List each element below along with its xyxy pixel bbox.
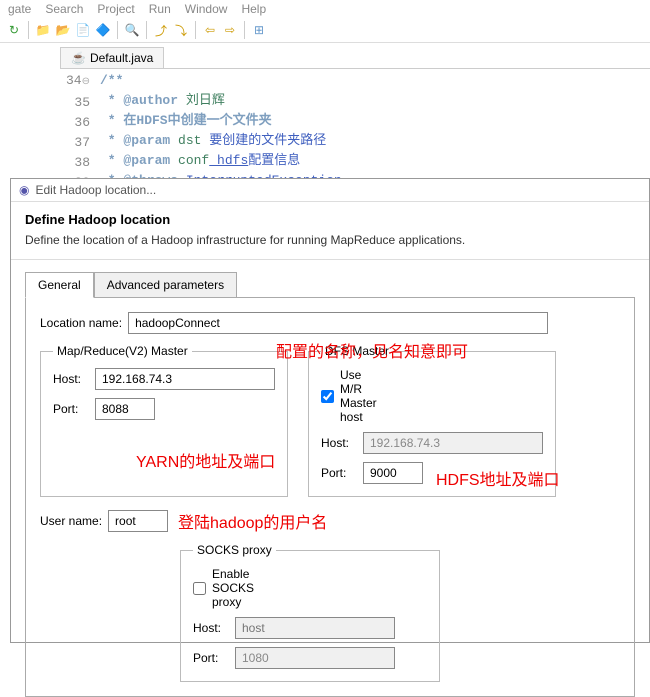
menu-item[interactable]: Window (185, 2, 228, 16)
refresh-icon[interactable]: ↻ (6, 22, 22, 38)
mr-master-legend: Map/Reduce(V2) Master (53, 344, 192, 358)
menu-item[interactable]: Run (149, 2, 171, 16)
eclipse-icon: ◉ (19, 183, 29, 197)
search-icon[interactable]: 🔍 (124, 22, 140, 38)
menu-item[interactable]: Project (97, 2, 134, 16)
socks-legend: SOCKS proxy (193, 543, 276, 557)
dialog-title: Edit Hadoop location... (35, 183, 156, 197)
folder-icon[interactable]: 📁 (35, 22, 51, 38)
socks-host-input (235, 617, 395, 639)
enable-socks-checkbox[interactable] (193, 582, 206, 595)
location-name-input[interactable] (128, 312, 548, 334)
dialog-header: Define Hadoop location Define the locati… (11, 202, 649, 260)
socks-proxy-fieldset: SOCKS proxy Enable SOCKS proxy Host: Por… (180, 543, 440, 682)
type-icon[interactable]: 🔷 (95, 22, 111, 38)
menu-item[interactable]: Search (45, 2, 83, 16)
socks-port-label: Port: (193, 651, 229, 665)
tab-advanced[interactable]: Advanced parameters (94, 272, 237, 298)
dfs-master-fieldset: DFS Master Use M/R Master host Host: Por… (308, 344, 556, 497)
prev-annotation-icon[interactable]: ⤴ (153, 22, 169, 38)
user-name-input[interactable] (108, 510, 168, 532)
toolbar: ↻ 📁 📂 📄 🔷 🔍 ⤴ ⤵ ⇦ ⇨ ⊞ (0, 18, 650, 43)
file-icon[interactable]: 📄 (75, 22, 91, 38)
hadoop-location-dialog: ◉ Edit Hadoop location... Define Hadoop … (10, 178, 650, 643)
dialog-header-desc: Define the location of a Hadoop infrastr… (25, 233, 635, 247)
enable-socks-label: Enable SOCKS proxy (212, 567, 248, 609)
user-name-label: User name: (40, 514, 102, 528)
socks-port-input (235, 647, 395, 669)
mr-port-label: Port: (53, 402, 89, 416)
mr-master-fieldset: Map/Reduce(V2) Master Host: Port: (40, 344, 288, 497)
mr-host-input[interactable] (95, 368, 275, 390)
next-annotation-icon[interactable]: ⤵ (173, 22, 189, 38)
socks-host-label: Host: (193, 621, 229, 635)
open-icon[interactable]: 📂 (55, 22, 71, 38)
menu-item[interactable]: gate (8, 2, 31, 16)
dialog-titlebar: ◉ Edit Hadoop location... (11, 179, 649, 202)
use-mr-host-label: Use M/R Master host (340, 368, 376, 424)
editor-tab-label: Default.java (90, 51, 153, 65)
forward-icon[interactable]: ⇨ (222, 22, 238, 38)
dfs-master-legend: DFS Master (321, 344, 393, 358)
tab-general[interactable]: General (25, 272, 94, 298)
mr-port-input[interactable] (95, 398, 155, 420)
annotation-user: 登陆hadoop的用户名 (178, 509, 327, 533)
dfs-port-label: Port: (321, 466, 357, 480)
dialog-header-title: Define Hadoop location (25, 212, 635, 227)
dfs-port-input[interactable] (363, 462, 423, 484)
use-mr-host-checkbox[interactable] (321, 390, 334, 403)
dfs-host-label: Host: (321, 436, 357, 450)
menubar: gate Search Project Run Window Help (0, 0, 650, 18)
menu-item[interactable]: Help (241, 2, 266, 16)
java-file-icon: ☕ (71, 51, 86, 65)
editor-tab[interactable]: ☕ Default.java (60, 47, 164, 68)
tab-general-content: Location name: 配置的名称，见名知意即可 Map/Reduce(V… (25, 297, 635, 697)
location-name-label: Location name: (40, 316, 122, 330)
dialog-tabs: General Advanced parameters (25, 272, 635, 298)
dfs-host-input (363, 432, 543, 454)
mr-host-label: Host: (53, 372, 89, 386)
perspective-icon[interactable]: ⊞ (251, 22, 267, 38)
back-icon[interactable]: ⇦ (202, 22, 218, 38)
